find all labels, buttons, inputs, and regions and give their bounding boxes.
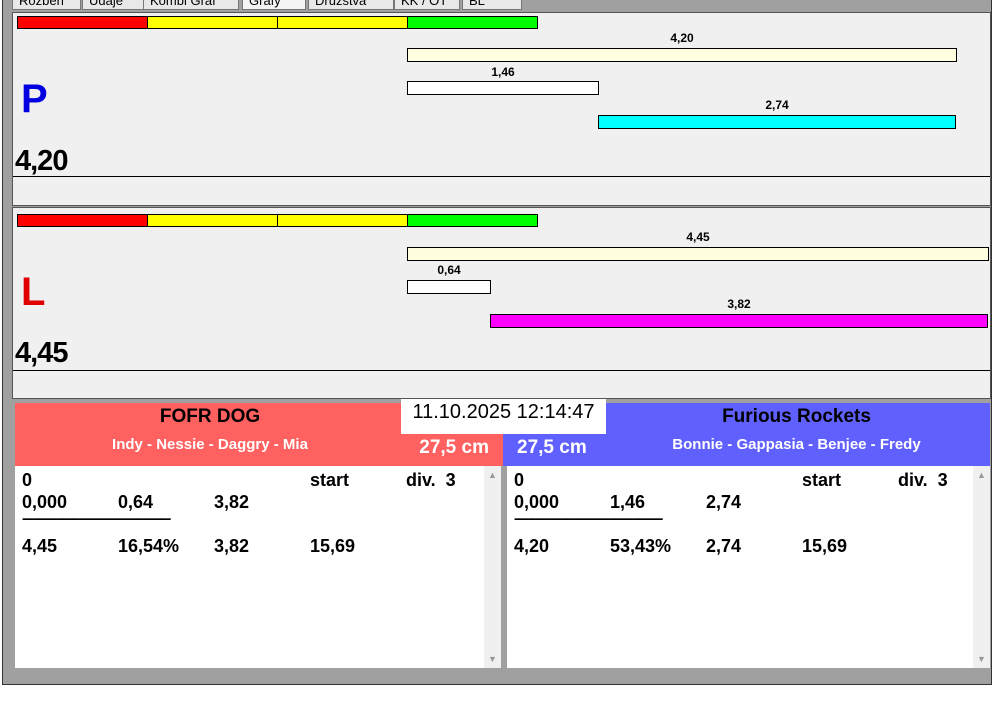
team-height: 27,5 cm	[419, 437, 489, 458]
scroll-up-icon[interactable]: ▲	[488, 470, 497, 480]
cell: 15,69	[802, 536, 848, 556]
cell: start	[802, 470, 842, 490]
bar-label-run: 2,74	[765, 98, 789, 112]
cell: 2,74	[706, 492, 742, 512]
lane-panel-right: 4,20 1,46 2,74 P 4,20	[12, 12, 991, 206]
lane-time: 4,20	[15, 145, 68, 177]
color-segment-red	[17, 214, 148, 227]
color-segment-yellow	[147, 16, 278, 29]
scroll-up-icon[interactable]: ▲	[977, 470, 986, 480]
lane-letter: L	[21, 270, 46, 314]
bar-total	[407, 48, 957, 62]
color-segment-yellow	[147, 214, 278, 227]
cell: div. 3	[898, 470, 948, 490]
scrollbar[interactable]: ▲ ▼	[973, 466, 990, 668]
scroll-down-icon[interactable]: ▼	[977, 654, 986, 664]
datetime: 11.10.2025 12:14:47	[401, 399, 606, 434]
cell: 16,54%	[118, 536, 180, 556]
cell: 3,82	[214, 536, 250, 556]
team-name: Furious Rockets	[722, 406, 871, 427]
color-segment-red	[17, 16, 148, 29]
result-list-right[interactable]: 0 start div. 3 0,000 1,46 2,74 ---------…	[507, 466, 990, 668]
divider	[13, 176, 990, 177]
lane-letter: P	[21, 77, 48, 121]
bar-label-reaction: 0,64	[437, 263, 461, 277]
lane-time: 4,45	[15, 337, 68, 369]
cell: 15,69	[310, 536, 356, 556]
tab[interactable]: Kombi Graf	[143, 0, 239, 10]
bar-label-total: 4,20	[670, 31, 694, 45]
cell: 4,45	[22, 536, 58, 556]
team-height: 27,5 cm	[517, 437, 587, 458]
cell: 53,43%	[610, 536, 672, 556]
separator: ----------------------------------------…	[514, 510, 663, 526]
color-segment-yellow	[277, 214, 408, 227]
cell: 3,82	[214, 492, 250, 512]
bar-run	[598, 115, 956, 129]
cell: 0	[22, 470, 33, 490]
bar-label-reaction: 1,46	[491, 65, 515, 79]
tab-active[interactable]: Grafy	[242, 0, 306, 10]
divider	[13, 370, 990, 371]
tab[interactable]: KK / OT	[394, 0, 460, 10]
team-dogs: Indy - Nessie - Daggry - Mia	[112, 436, 308, 453]
cell: div. 3	[406, 470, 456, 490]
team-name: FOFR DOG	[159, 406, 261, 427]
scrollbar[interactable]: ▲ ▼	[484, 466, 501, 668]
bar-total	[407, 247, 989, 261]
lane-panel-left: 4,45 0,64 3,82 L 4,45	[12, 207, 991, 399]
cell: start	[310, 470, 350, 490]
tab[interactable]: Údaje	[82, 0, 144, 10]
separator: ----------------------------------------…	[22, 510, 171, 526]
bar-run	[490, 314, 988, 328]
bar-label-run: 3,82	[727, 297, 751, 311]
color-segment-yellow	[277, 16, 408, 29]
color-segment-green	[407, 214, 538, 227]
result-list-left[interactable]: 0 start div. 3 0,000 0,64 3,82 ---------…	[15, 466, 501, 668]
bar-label-total: 4,45	[686, 230, 710, 244]
tab[interactable]: Družstva	[308, 0, 394, 10]
tab[interactable]: Rozběh	[12, 0, 81, 10]
cell: 0	[514, 470, 525, 490]
scroll-down-icon[interactable]: ▼	[488, 654, 497, 664]
color-segment-green	[407, 16, 538, 29]
cell: 2,74	[706, 536, 742, 556]
team-dogs: Bonnie - Gappasia - Benjee - Fredy	[672, 436, 921, 453]
bar-reaction	[407, 280, 491, 294]
tab[interactable]: BL	[462, 0, 522, 10]
cell: 4,20	[514, 536, 550, 556]
bar-reaction	[407, 81, 599, 95]
